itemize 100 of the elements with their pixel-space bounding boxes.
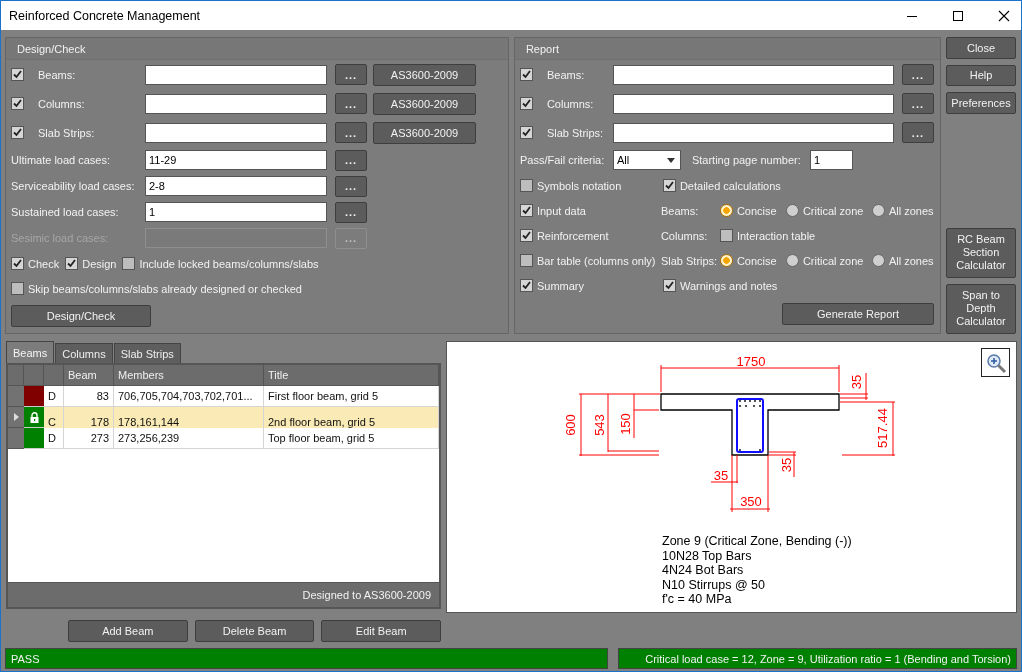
input-field[interactable]: 1 (145, 202, 327, 222)
checkbox-label: Detailed calculations (679, 179, 781, 192)
calculator-button[interactable]: RC Beam Section Calculator (946, 227, 1016, 278)
dimension-label: 600 (563, 414, 579, 436)
design-check-button[interactable]: Design/Check (11, 305, 151, 327)
column-header: Title (264, 365, 439, 386)
checkbox[interactable] (662, 279, 676, 292)
table-cell: 273,256,239 (114, 428, 264, 449)
browse-button[interactable]: ... (901, 64, 934, 85)
table-cell: 83 (64, 386, 114, 407)
checkbox[interactable] (519, 254, 533, 267)
field-label: Pass/Fail criteria: (519, 154, 605, 166)
field-label: Slab Strips: (38, 126, 95, 139)
checkbox[interactable] (122, 257, 136, 270)
checkbox[interactable] (719, 229, 733, 242)
input-field[interactable]: 11-29 (145, 150, 327, 170)
browse-button[interactable]: ... (335, 93, 367, 114)
input-field[interactable] (145, 93, 327, 114)
checkbox[interactable] (11, 126, 24, 139)
checkbox-label: Reinforcement (536, 229, 609, 242)
radio-button[interactable] (719, 254, 733, 267)
browse-button[interactable]: ... (901, 122, 934, 143)
checkbox[interactable] (11, 282, 24, 295)
panel-title: Report (525, 42, 559, 55)
table-cell: First floor beam, grid 5 (264, 386, 439, 407)
checkbox-label: Symbols notation (536, 179, 622, 192)
field-label: Columns: (38, 97, 85, 110)
calculator-button[interactable]: Span to Depth Calculator (946, 283, 1016, 334)
table-cell: D (44, 428, 64, 449)
criteria-dropdown[interactable]: All (612, 150, 681, 170)
dimension-label: 35 (713, 468, 729, 484)
checkbox[interactable] (519, 229, 533, 242)
field-label: Slab Strips: (546, 126, 604, 139)
input-field[interactable] (612, 122, 894, 143)
checkbox[interactable] (11, 68, 24, 81)
radio-label: Concise (736, 254, 777, 267)
tab[interactable]: Slab Strips (113, 343, 181, 363)
checkbox[interactable] (519, 68, 533, 81)
table-footer-text: Designed to AS3600-2009 (302, 589, 431, 601)
tab[interactable]: Columns (55, 343, 113, 363)
checkbox[interactable] (519, 204, 533, 217)
list-button[interactable]: Add Beam (68, 620, 188, 642)
window-title: Reinforced Concrete Management (9, 8, 201, 23)
list-button[interactable]: Delete Beam (194, 620, 315, 642)
radio-button[interactable] (719, 204, 733, 217)
input-field[interactable] (145, 64, 327, 85)
browse-button[interactable]: ... (335, 201, 367, 223)
standard-button[interactable]: AS3600-2009 (373, 121, 476, 144)
input-field[interactable] (612, 93, 894, 114)
side-button[interactable]: Preferences (946, 92, 1016, 114)
radio-button[interactable] (871, 204, 885, 217)
option-label: Slab Strips: (660, 254, 719, 267)
field-label: Ultimate load cases: (11, 154, 111, 166)
field-label: Beams: (546, 68, 585, 81)
standard-button[interactable]: AS3600-2009 (373, 92, 476, 115)
column-header: Members (114, 365, 264, 386)
dimension-label: 543 (592, 414, 608, 436)
option-label: Beams: (660, 204, 700, 217)
browse-button[interactable]: ... (335, 122, 367, 143)
section-notes: Zone 9 (Critical Zone, Bending (-)) 10N28 Top Bars 4N24 Bot Bars N10 Stirrups @ 50 f'c = 40 MPa (661, 534, 853, 607)
dimension-label: 150 (618, 413, 634, 435)
browse-button[interactable]: ... (335, 64, 367, 85)
input-field[interactable] (145, 122, 327, 143)
checkbox[interactable] (662, 179, 676, 192)
dimension-label: 517.44 (875, 408, 891, 448)
checkbox[interactable] (519, 126, 533, 139)
radio-button[interactable] (871, 254, 885, 267)
checkbox[interactable] (65, 257, 79, 270)
tab[interactable]: Beams (6, 341, 55, 363)
side-button[interactable]: Close (946, 37, 1016, 59)
browse-button[interactable]: ... (335, 149, 367, 171)
zoom-in-button[interactable] (981, 348, 1010, 377)
maximize-icon[interactable] (952, 9, 964, 22)
checkbox[interactable] (519, 97, 533, 110)
input-field[interactable]: 2-8 (145, 176, 327, 196)
page-number-field[interactable]: 1 (809, 150, 853, 170)
checkbox[interactable] (11, 97, 24, 110)
dimension-label: 35 (779, 457, 795, 473)
radio-button[interactable] (785, 254, 799, 267)
column-header: Beam (64, 365, 114, 386)
field-label: Columns: (546, 97, 594, 110)
status-summary: Critical load case = 12, Zone = 9, Utilization ratio = 1 (Bending and Torsion) (618, 648, 1017, 669)
checkbox[interactable] (11, 257, 24, 270)
close-icon[interactable] (998, 9, 1010, 22)
list-button[interactable]: Edit Beam (321, 620, 441, 642)
field-label: Serviceability load cases: (11, 180, 135, 192)
checkbox[interactable] (519, 179, 533, 192)
radio-button[interactable] (785, 204, 799, 217)
browse-button[interactable]: ... (901, 93, 934, 114)
row-indicator[interactable] (8, 407, 24, 428)
panel-title: Design/Check (17, 42, 86, 55)
table-cell: D (44, 386, 64, 407)
checkbox[interactable] (519, 279, 533, 292)
checkbox-label: Skip beams/columns/slabs already designed or checked (28, 282, 302, 295)
standard-button[interactable]: AS3600-2009 (373, 63, 476, 86)
browse-button[interactable]: ... (335, 175, 367, 197)
generate-report-button[interactable]: Generate Report (782, 303, 934, 325)
radio-label: All zones (888, 254, 934, 267)
input-field[interactable] (612, 64, 894, 85)
side-button[interactable]: Help (946, 64, 1016, 87)
